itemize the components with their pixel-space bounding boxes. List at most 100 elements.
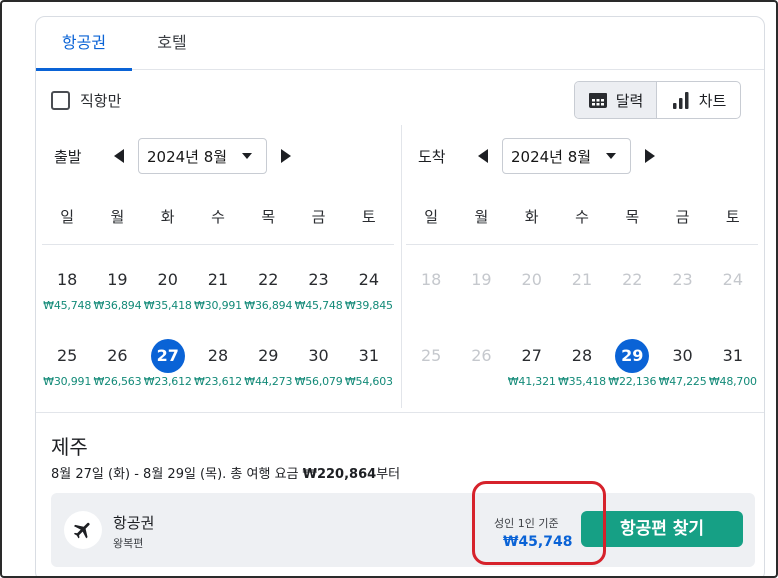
arrival-prev-month-button[interactable] (470, 143, 496, 169)
direct-only-label: 직항만 (80, 91, 122, 110)
departure-day-cell[interactable]: 18 ₩45,748 (42, 257, 92, 333)
weekday-label: 토 (361, 208, 376, 226)
arrival-week-row: 25 26 27 ₩41,321 28 ₩35,418 29 ₩22,136 30 ₩47,225… (406, 333, 758, 409)
day-price: ₩35,418 (143, 299, 192, 312)
arrival-selected-day[interactable]: 29 ₩22,136 (607, 333, 657, 409)
departure-day-cell[interactable]: 26 ₩26,563 (92, 333, 142, 409)
arrival-day-cell: 25 (406, 333, 456, 409)
arrival-day-cell: 24 (708, 257, 758, 333)
arrival-month-dropdown[interactable]: 2024년 8월 (502, 138, 631, 174)
day-number: 30 (308, 346, 329, 365)
departure-next-month-button[interactable] (273, 143, 299, 169)
departure-day-cell[interactable]: 25 ₩30,991 (42, 333, 92, 409)
tab-bar: 항공권 호텔 (36, 17, 764, 71)
departure-day-cell[interactable]: 20 ₩35,418 (143, 257, 193, 333)
arrival-day-cell: 18 (406, 257, 456, 333)
weekday-label: 화 (160, 208, 175, 226)
arrival-day-cell: 21 (557, 257, 607, 333)
weekday-label: 토 (725, 208, 740, 226)
arrival-calendar: 일 월 화 수 목 금 토 18 19 20 21 22 23 24 25 26 27 ₩41,321 28 ₩35,… (406, 207, 758, 409)
day-number: 21 (571, 270, 593, 289)
departure-day-cell[interactable]: 24 ₩39,845 (344, 257, 394, 333)
weekday-label: 화 (524, 208, 539, 226)
arrival-day-cell[interactable]: 30 ₩47,225 (657, 333, 707, 409)
arrival-day-cell: 20 (507, 257, 557, 333)
direct-only-filter[interactable]: 직항만 (51, 89, 121, 111)
day-price: ₩23,612 (143, 375, 192, 388)
departure-day-cell[interactable]: 30 ₩56,079 (293, 333, 343, 409)
day-price: ₩30,991 (43, 375, 92, 388)
departure-month-dropdown[interactable]: 2024년 8월 (138, 138, 267, 174)
arrival-day-cell: 19 (456, 257, 506, 333)
day-number: 26 (107, 346, 128, 365)
day-price: ₩47,225 (658, 375, 707, 388)
day-number: 19 (471, 270, 492, 289)
trip-description: 8월 27일 (화) - 8월 29일 (목). 총 여행 요금 ₩220,86… (51, 463, 400, 482)
triangle-left-icon (114, 149, 124, 163)
flight-subtitle: 왕복편 (113, 537, 144, 550)
arrival-week-row: 18 19 20 21 22 23 24 (406, 257, 758, 333)
day-number: 25 (56, 346, 78, 365)
departure-day-cell[interactable]: 31 ₩54,603 (344, 333, 394, 409)
departure-calendar: 일 월 화 수 목 금 토 18 ₩45,748 19 ₩36,894 20 ₩35,418 21 ₩30,… (42, 207, 394, 409)
arrival-label: 도착 (418, 147, 446, 166)
arrival-day-cell[interactable]: 31 ₩48,700 (708, 333, 758, 409)
arrival-weekday-header: 일월화수목금토 (406, 207, 758, 245)
weekday-label: 일 (424, 208, 439, 226)
trip-suffix: 부터 (376, 467, 401, 482)
day-number: 24 (358, 270, 379, 289)
flight-option-box: 항공권 왕복편 성인 1인 기준 ₩45,748 항공편 찾기 (51, 493, 755, 567)
day-number: 23 (672, 270, 693, 289)
departure-day-cell[interactable]: 29 ₩44,273 (243, 333, 293, 409)
day-number: 18 (56, 270, 78, 289)
arrival-day-cell: 23 (657, 257, 707, 333)
flight-title: 항공권 (113, 514, 155, 532)
plane-icon (73, 522, 90, 539)
triangle-left-icon (478, 149, 488, 163)
day-price: ₩56,079 (294, 375, 343, 388)
weekday-label: 수 (211, 208, 225, 226)
departure-day-cell[interactable]: 21 ₩30,991 (193, 257, 243, 333)
weekday-label: 목 (261, 208, 276, 226)
chart-view-label: 차트 (698, 91, 727, 110)
day-number: 20 (521, 270, 542, 289)
day-price: ₩30,991 (194, 299, 242, 312)
day-price: ₩45,748 (294, 299, 343, 312)
arrival-month-value: 2024년 8월 (511, 147, 592, 166)
weekday-label: 수 (575, 208, 589, 226)
departure-prev-month-button[interactable] (106, 143, 132, 169)
trip-dates-text: 8월 27일 (화) - 8월 29일 (목). 총 여행 요금 (51, 467, 303, 482)
view-toggle: 달력 차트 (574, 81, 741, 119)
departure-day-cell[interactable]: 23 ₩45,748 (293, 257, 343, 333)
chart-view-button[interactable]: 차트 (657, 82, 740, 118)
arrival-next-month-button[interactable] (637, 143, 663, 169)
weekday-label: 월 (474, 208, 489, 226)
arrival-day-cell[interactable]: 28 ₩35,418 (557, 333, 607, 409)
calendar-view-button[interactable]: 달력 (575, 82, 658, 118)
tab-hotels[interactable]: 호텔 (132, 17, 212, 70)
day-number: 20 (157, 270, 178, 289)
day-price: ₩45,748 (43, 299, 92, 312)
departure-day-cell[interactable]: 28 ₩23,612 (193, 333, 243, 409)
departure-day-cell[interactable]: 22 ₩36,894 (243, 257, 293, 333)
arrival-day-cell[interactable]: 27 ₩41,321 (507, 333, 557, 409)
departure-selected-day[interactable]: 27 ₩23,612 (143, 333, 193, 409)
triangle-right-icon (281, 149, 291, 163)
day-price: ₩39,845 (344, 299, 393, 312)
direct-only-checkbox[interactable] (51, 90, 70, 110)
weekday-label: 목 (625, 208, 640, 226)
bar-chart-icon (672, 92, 689, 109)
arrival-month-selector: 도착 2024년 8월 (418, 138, 663, 174)
trip-summary: 제주 8월 27일 (화) - 8월 29일 (목). 총 여행 요금 ₩220… (36, 412, 764, 576)
search-card: 항공권 호텔 직항만 달력 차트 출발 2024년 8월 도착 2024년 8월… (35, 16, 765, 576)
day-number: 21 (207, 270, 229, 289)
day-number: 26 (471, 346, 492, 365)
tab-flights[interactable]: 항공권 (36, 17, 132, 71)
triangle-right-icon (645, 149, 655, 163)
weekday-label: 금 (675, 208, 690, 226)
calendar-icon (588, 93, 607, 108)
day-price: ₩36,894 (244, 299, 293, 312)
highlight-annotation (472, 481, 606, 565)
departure-day-cell[interactable]: 19 ₩36,894 (92, 257, 142, 333)
day-number: 22 (622, 270, 643, 289)
